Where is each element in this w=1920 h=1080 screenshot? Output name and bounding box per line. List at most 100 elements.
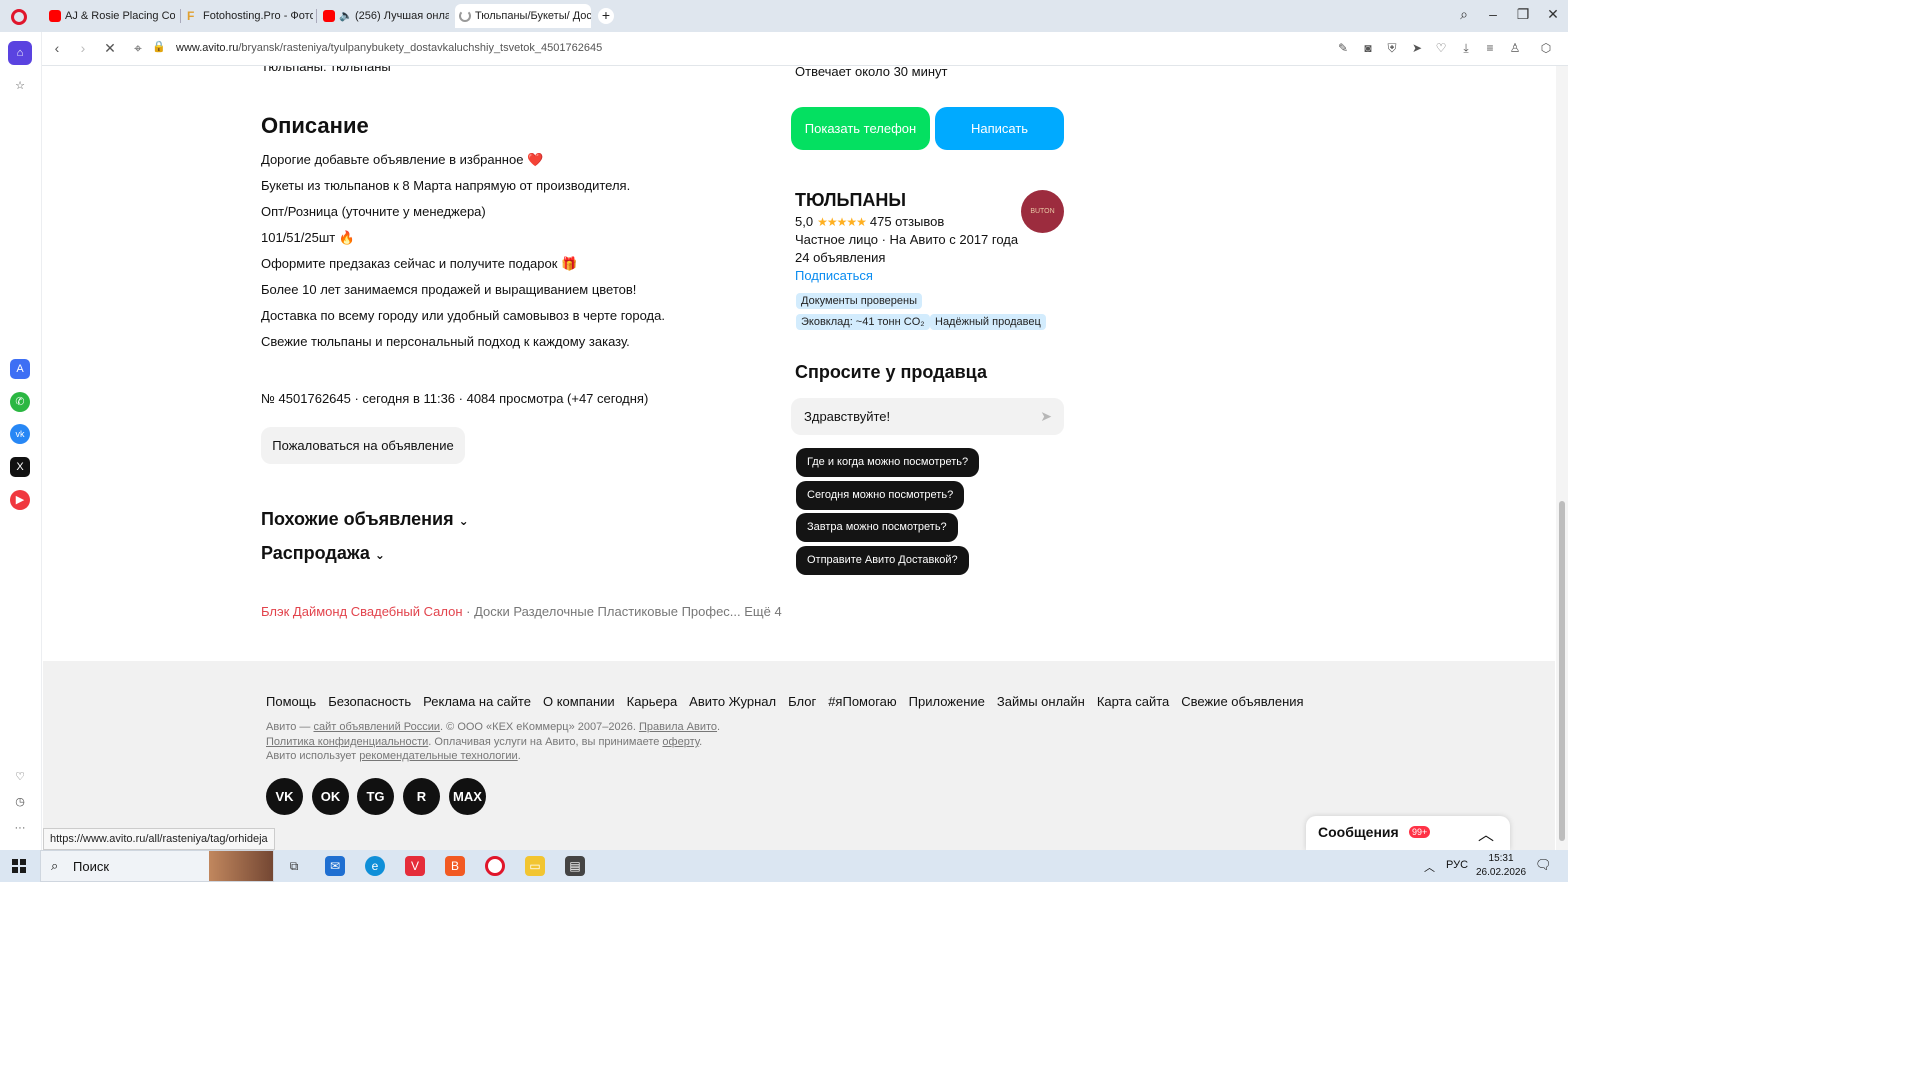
- telegram-icon[interactable]: TG: [357, 778, 394, 815]
- notifications-icon[interactable]: 🗨: [1535, 857, 1552, 873]
- tab-4-label: Тюльпаны/Букеты/ Доста: [475, 10, 591, 22]
- sale-toggle[interactable]: Распродажа ⌄: [261, 543, 385, 564]
- description-line: Дорогие добавьте объявление в избранное …: [261, 152, 544, 167]
- clapper-app-icon[interactable]: ▤: [565, 856, 585, 876]
- footer-link[interactable]: Свежие объявления: [1181, 694, 1303, 709]
- url-field[interactable]: www.avito.ru/bryansk/rasteniya/tyulpanyb…: [176, 42, 602, 54]
- odnoklassniki-icon[interactable]: OK: [312, 778, 349, 815]
- related-link[interactable]: Блэк Даймонд Свадебный Салон: [261, 604, 463, 619]
- tab-2[interactable]: F Fotohosting.Pro - Фотохо: [183, 4, 313, 28]
- edit-icon[interactable]: ✎: [1336, 41, 1350, 55]
- tab-1[interactable]: AJ & Rosie Placing Collect: [45, 4, 175, 28]
- footer-link[interactable]: Карьера: [627, 694, 678, 709]
- stop-icon[interactable]: ✕: [102, 40, 118, 57]
- legal-link[interactable]: Правила Авито: [639, 721, 717, 733]
- tab-3[interactable]: 🔈 (256) Лучшая онлайн: [319, 4, 449, 28]
- outlook-icon[interactable]: ✉: [325, 856, 345, 876]
- rutube-icon[interactable]: R: [403, 778, 440, 815]
- page-scrollbar[interactable]: [1556, 66, 1568, 850]
- send-icon[interactable]: ➤: [1410, 41, 1424, 55]
- home-icon[interactable]: ⌂: [8, 41, 32, 65]
- player-icon[interactable]: ▶: [10, 490, 30, 510]
- quick-question-chip[interactable]: Завтра можно посмотреть?: [796, 513, 958, 542]
- footer-link[interactable]: Безопасность: [328, 694, 411, 709]
- forward-icon[interactable]: ›: [75, 40, 91, 56]
- show-phone-button[interactable]: Показать телефон: [791, 107, 930, 150]
- scroll-thumb[interactable]: [1559, 501, 1565, 841]
- similar-listings-toggle[interactable]: Похожие объявления ⌄: [261, 509, 469, 530]
- quick-question-chip[interactable]: Где и когда можно посмотреть?: [796, 448, 980, 477]
- lock-icon[interactable]: 🔒: [151, 40, 167, 53]
- task-view-icon[interactable]: ⧉: [284, 856, 304, 876]
- minimize-icon[interactable]: –: [1483, 6, 1503, 22]
- whatsapp-icon[interactable]: ✆: [10, 392, 30, 412]
- taskbar-search[interactable]: ⌕ Поиск: [40, 850, 274, 882]
- send-message-icon[interactable]: ➤: [1040, 398, 1052, 435]
- new-tab-button[interactable]: +: [598, 8, 614, 24]
- messages-widget[interactable]: Сообщения 99+ ︿: [1306, 816, 1510, 850]
- edge-icon[interactable]: e: [365, 856, 385, 876]
- search-tabs-icon[interactable]: ⌕: [1454, 6, 1474, 23]
- opera-sidebar: ⌂ ☆ A ✆ vk X ▶ ♡ ◷ ···: [0, 32, 42, 850]
- brave-icon[interactable]: B: [445, 856, 465, 876]
- chevron-up-icon[interactable]: ︿: [1478, 821, 1494, 845]
- ask-seller-input[interactable]: Здравствуйте! ➤: [791, 398, 1064, 435]
- footer-link[interactable]: О компании: [543, 694, 615, 709]
- legal-link[interactable]: оферту: [662, 736, 699, 748]
- footer-link[interactable]: Помощь: [266, 694, 316, 709]
- subscribe-link[interactable]: Подписаться: [795, 268, 873, 283]
- listing-meta: № 4501762645 · сегодня в 11:36 · 4084 пр…: [261, 391, 649, 406]
- description-line: Доставка по всему городу или удобный сам…: [261, 308, 665, 323]
- windows-start-icon[interactable]: [12, 859, 26, 873]
- opera-icon[interactable]: [485, 856, 505, 876]
- menu-icon[interactable]: ≡: [1483, 41, 1497, 55]
- write-button[interactable]: Написать: [935, 107, 1064, 150]
- quick-question-chip[interactable]: Сегодня можно посмотреть?: [796, 481, 965, 510]
- location-icon[interactable]: ⌖: [130, 40, 146, 57]
- seller-listings-count[interactable]: 24 объявления: [795, 250, 885, 265]
- opera-logo-icon[interactable]: [11, 9, 27, 25]
- footer-link[interactable]: Реклама на сайте: [423, 694, 531, 709]
- max-messenger-icon[interactable]: MAX: [449, 778, 486, 815]
- taskbar-clock[interactable]: 15:31 26.02.2026: [1476, 852, 1526, 880]
- footer-link[interactable]: Займы онлайн: [997, 694, 1085, 709]
- footer-links: Помощь Безопасность Реклама на сайте О к…: [266, 694, 1304, 709]
- close-icon[interactable]: ✕: [1543, 6, 1563, 23]
- shield-icon[interactable]: ⛨: [1385, 41, 1399, 56]
- x-icon[interactable]: X: [10, 457, 30, 477]
- footer-link[interactable]: Блог: [788, 694, 816, 709]
- restore-icon[interactable]: ❐: [1513, 6, 1533, 23]
- more-icon[interactable]: ···: [10, 818, 30, 838]
- heart-icon[interactable]: ♡: [1434, 41, 1448, 55]
- related-link[interactable]: · Доски Разделочные Пластиковые Профес..…: [463, 604, 782, 619]
- tab-4-active[interactable]: Тюльпаны/Букеты/ Доста: [455, 4, 591, 28]
- seller-rating[interactable]: 5,0 ★★★★★ 475 отзывов: [795, 214, 944, 229]
- file-explorer-icon[interactable]: ▭: [525, 856, 545, 876]
- download-icon[interactable]: ⤓: [1459, 41, 1473, 56]
- back-icon[interactable]: ‹: [49, 40, 65, 56]
- star-icon[interactable]: ☆: [10, 76, 30, 96]
- extensions-icon[interactable]: ⬡: [1539, 41, 1553, 55]
- legal-link[interactable]: рекомендательные технологии: [359, 750, 518, 762]
- vk-icon[interactable]: vk: [10, 424, 30, 444]
- vk-icon[interactable]: VK: [266, 778, 303, 815]
- vivaldi-icon[interactable]: V: [405, 856, 425, 876]
- aria-icon[interactable]: A: [10, 359, 30, 379]
- footer-link[interactable]: Карта сайта: [1097, 694, 1169, 709]
- complain-button[interactable]: Пожаловаться на объявление: [261, 427, 465, 464]
- language-indicator[interactable]: РУС: [1446, 859, 1468, 871]
- heart-icon[interactable]: ♡: [10, 767, 30, 787]
- footer-link[interactable]: Приложение: [909, 694, 985, 709]
- history-icon[interactable]: ◷: [10, 792, 30, 812]
- camera-icon[interactable]: ◙: [1361, 41, 1375, 55]
- profile-icon[interactable]: ♙: [1508, 41, 1522, 55]
- quick-question-chip[interactable]: Отправите Авито Доставкой?: [796, 546, 969, 575]
- footer-link[interactable]: #яПомогаю: [828, 694, 896, 709]
- seller-avatar[interactable]: BUTON: [1021, 190, 1064, 233]
- seller-name[interactable]: ТЮЛЬПАНЫ: [795, 190, 906, 211]
- legal-link[interactable]: Политика конфиденциальности: [266, 736, 428, 748]
- tab-separator: [316, 9, 317, 23]
- tray-expand-icon[interactable]: ︿: [1424, 859, 1435, 875]
- footer-link[interactable]: Авито Журнал: [689, 694, 776, 709]
- legal-link[interactable]: сайт объявлений России: [313, 721, 440, 733]
